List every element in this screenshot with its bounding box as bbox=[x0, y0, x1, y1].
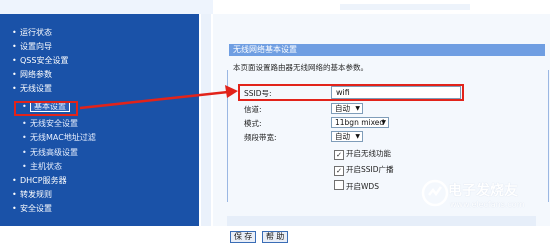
watermark-title: 电子发烧友 bbox=[448, 183, 518, 199]
router-settings-page: • 运行状态 • 设置向导 • QSS安全设置 • 网络参数 • 无线设置 • 基本设置 • 无线安全设置… bbox=[0, 0, 558, 243]
help-button[interactable]: 帮 助 bbox=[262, 231, 289, 243]
save-button[interactable]: 保 存 bbox=[230, 231, 257, 243]
watermark-logo-icon bbox=[421, 179, 449, 207]
watermark-url: www.elecfans.com bbox=[450, 200, 525, 209]
